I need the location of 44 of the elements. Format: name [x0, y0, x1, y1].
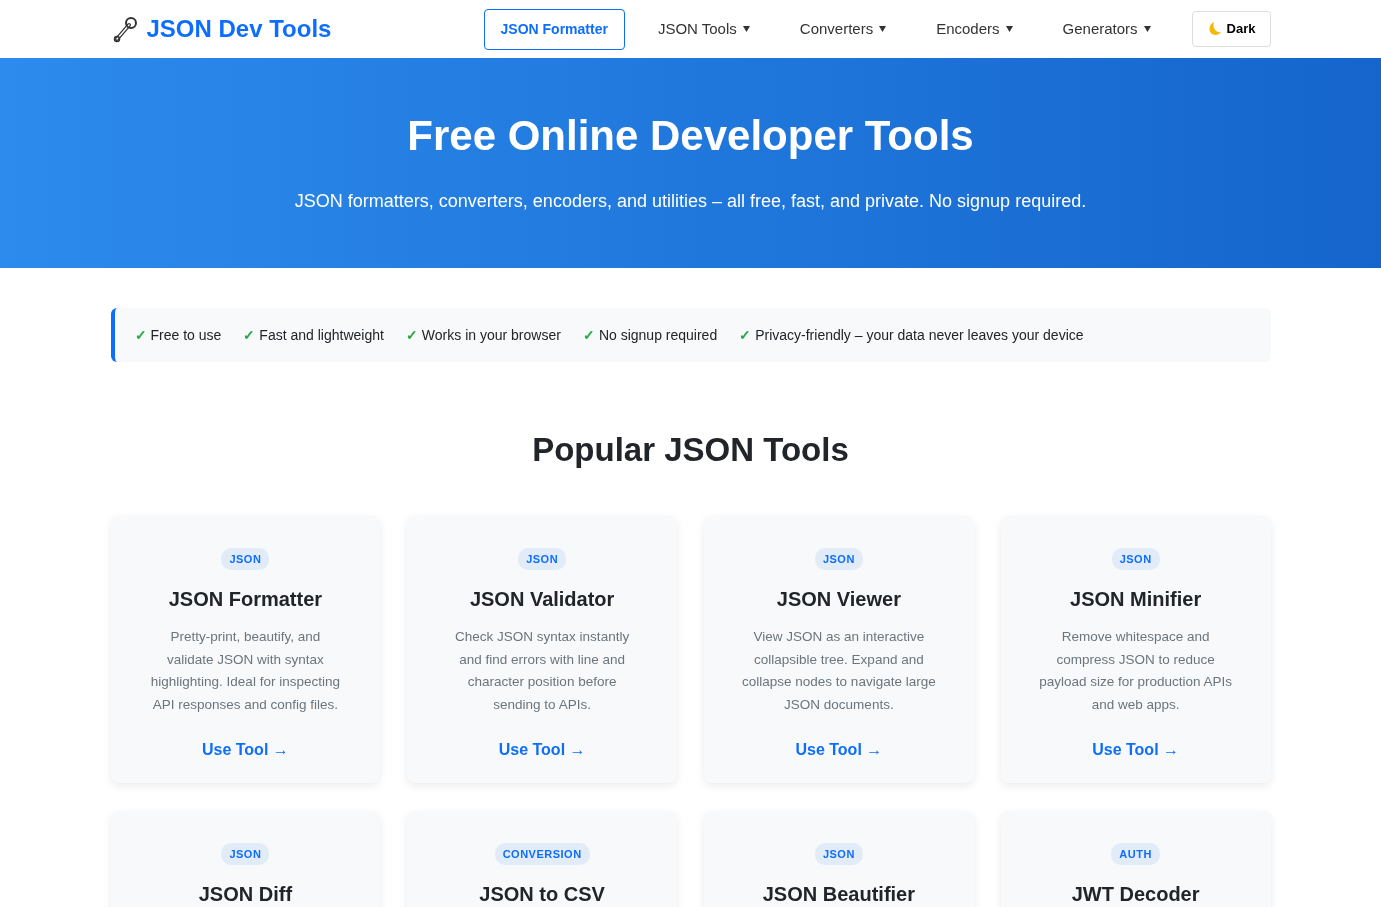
use-tool-link[interactable]: Use Tool → — [1092, 738, 1180, 763]
feature-text: Works in your browser — [421, 325, 561, 345]
use-tool-link[interactable]: Use Tool → — [201, 738, 289, 763]
tool-description: Remove whitespace and compress JSON to reduce payload size for production APIs and web apps. — [1038, 628, 1234, 714]
nav-link[interactable]: JSON Formatter — [483, 8, 625, 50]
tool-title: JSON to CSV — [478, 882, 606, 907]
nav-link[interactable]: Generators — [1045, 8, 1168, 50]
check-icon: ✓ — [739, 324, 752, 346]
check-icon: ✓ — [134, 324, 147, 346]
tool-title: JSON Beautifier — [761, 882, 916, 907]
tool-title: JSON Diff — [197, 882, 294, 907]
category-tag: JSON — [221, 547, 270, 571]
category-tag: JSON — [221, 842, 270, 866]
category-tag: JSON — [814, 547, 863, 571]
check-icon: ✓ — [243, 324, 256, 346]
tool-description: View JSON as an interactive collapsible tree. Expand and collapse nodes to navigate large JSON documents. — [741, 628, 937, 714]
nav-link[interactable]: JSON Tools — [640, 8, 767, 50]
category-tag: AUTH — [1111, 842, 1160, 866]
feature-text: Free to use — [150, 325, 222, 345]
theme-toggle-button[interactable]: Dark — [1191, 11, 1271, 47]
check-icon: ✓ — [405, 324, 418, 346]
nav-link[interactable]: Converters — [782, 8, 904, 50]
tool-title: JSON Formatter — [167, 587, 324, 613]
feature-text: Privacy-friendly – your data never leaves your device — [755, 325, 1084, 345]
feature-text: Fast and lightweight — [259, 325, 384, 345]
tool-title: JWT Decoder — [1070, 882, 1201, 907]
check-icon: ✓ — [582, 324, 595, 346]
use-tool-link[interactable]: Use Tool → — [498, 738, 586, 763]
tool-title: JSON Minifier — [1069, 587, 1203, 613]
category-tag: CONVERSION — [494, 842, 590, 866]
category-tag: JSON — [518, 547, 567, 571]
tool-description: Check JSON syntax instantly and find errors with line and character position before sending to APIs. — [454, 628, 631, 714]
feature-text: No signup required — [598, 325, 718, 345]
category-tag: JSON — [814, 842, 863, 866]
brand-logo-text[interactable]: JSON Dev Tools — [146, 11, 332, 47]
tool-title: JSON Validator — [468, 587, 616, 613]
tool-description: Pretty-print, beautify, and validate JSON with syntax highlighting. Ideal for inspecting API responses and config files. — [149, 628, 341, 714]
hero-subtitle: JSON formatters, converters, encoders, and utilities – all free, fast, and private. No signup required. — [294, 189, 1087, 213]
category-tag: JSON — [1111, 547, 1160, 571]
hero-title: Free Online Developer Tools — [407, 111, 974, 162]
nav-link[interactable]: Encoders — [919, 8, 1030, 50]
tool-title: JSON Viewer — [775, 587, 902, 613]
use-tool-link[interactable]: Use Tool → — [795, 738, 883, 763]
section-title: Popular JSON Tools — [531, 430, 850, 470]
